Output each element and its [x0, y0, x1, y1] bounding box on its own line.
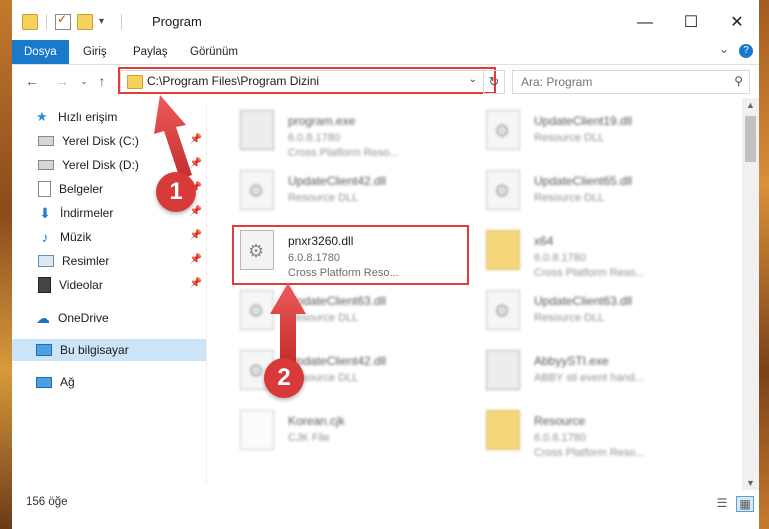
details-view-icon[interactable]: ☰	[714, 496, 730, 510]
status-bar: 156 öğe ☰ ▦	[12, 492, 759, 516]
step-badge-1: 1	[156, 172, 196, 212]
arrow-1	[154, 95, 192, 179]
arrow-2	[270, 283, 306, 362]
step-badge-2: 2	[264, 358, 304, 398]
item-count: 156 öğe	[26, 496, 68, 508]
annotation-arrows	[154, 95, 306, 362]
explorer-window: ▾ Program — ☐ ✕ Dosya Giriş Paylaş Görün…	[0, 0, 769, 529]
tiles-view-icon[interactable]: ▦	[736, 496, 754, 512]
